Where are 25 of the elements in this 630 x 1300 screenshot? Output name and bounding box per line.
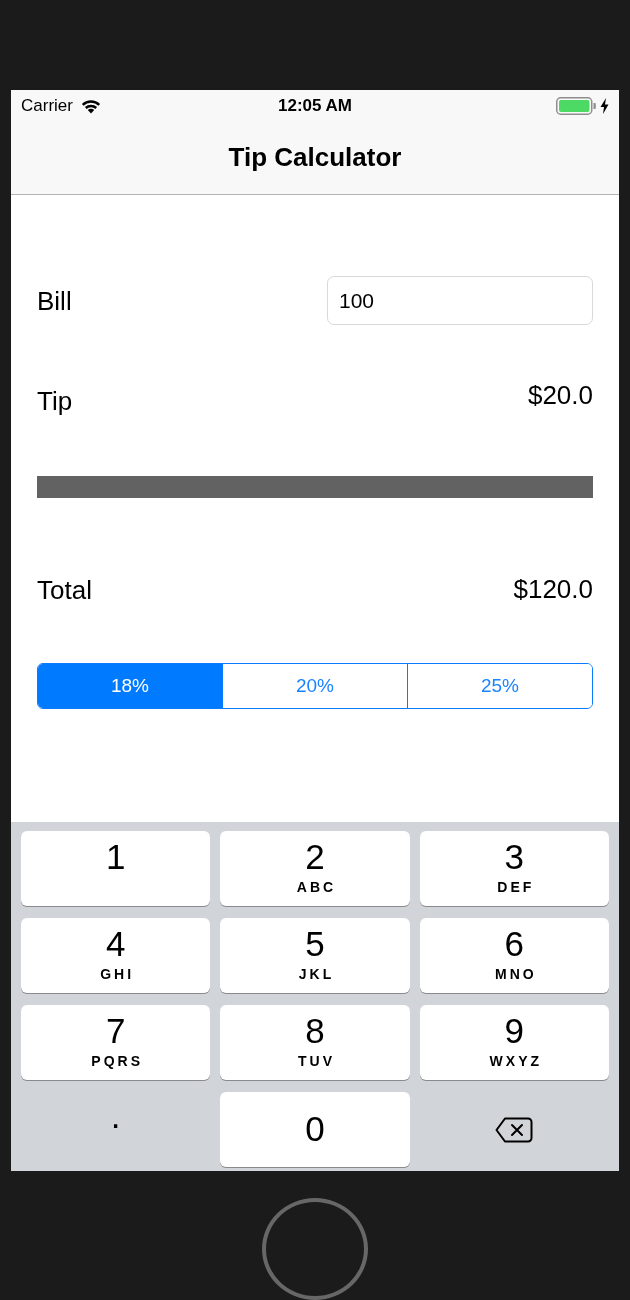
keypad-key[interactable]: 0: [220, 1092, 410, 1167]
tip-amount: $20.0: [527, 380, 593, 410]
keypad-key[interactable]: 3 DEF: [419, 831, 609, 906]
tip-option[interactable]: 25%: [407, 664, 592, 708]
keypad-key[interactable]: 9 WXYZ: [419, 1005, 609, 1080]
status-time: 12:05 AM: [278, 96, 352, 116]
carrier-name: Carrier: [21, 96, 73, 116]
battery-icon: [556, 97, 596, 115]
keypad-key[interactable]: 5 JKL: [220, 918, 410, 993]
bill-input-field[interactable]: 100: [327, 276, 593, 325]
bill-label: Bill: [37, 285, 72, 316]
wifi-icon: [79, 98, 102, 114]
nav-title: Tip Calculator: [228, 141, 402, 173]
total-amount: $120.0: [513, 574, 593, 604]
keypad-key[interactable]: 1: [21, 831, 211, 906]
total-label: Total: [37, 575, 92, 605]
tip-label: Tip: [37, 386, 73, 416]
keypad-key[interactable]: 2 ABC: [220, 831, 410, 906]
tip-option[interactable]: 18%: [38, 664, 222, 708]
keypad-key[interactable]: 7 PQRS: [21, 1005, 211, 1080]
keypad-key[interactable]: 6 MNO: [419, 918, 609, 993]
keypad-key[interactable]: 4 GHI: [21, 918, 211, 993]
backspace-icon: [495, 1116, 534, 1143]
keypad-key[interactable]: 8 TUV: [220, 1005, 410, 1080]
home-button[interactable]: [262, 1198, 368, 1300]
